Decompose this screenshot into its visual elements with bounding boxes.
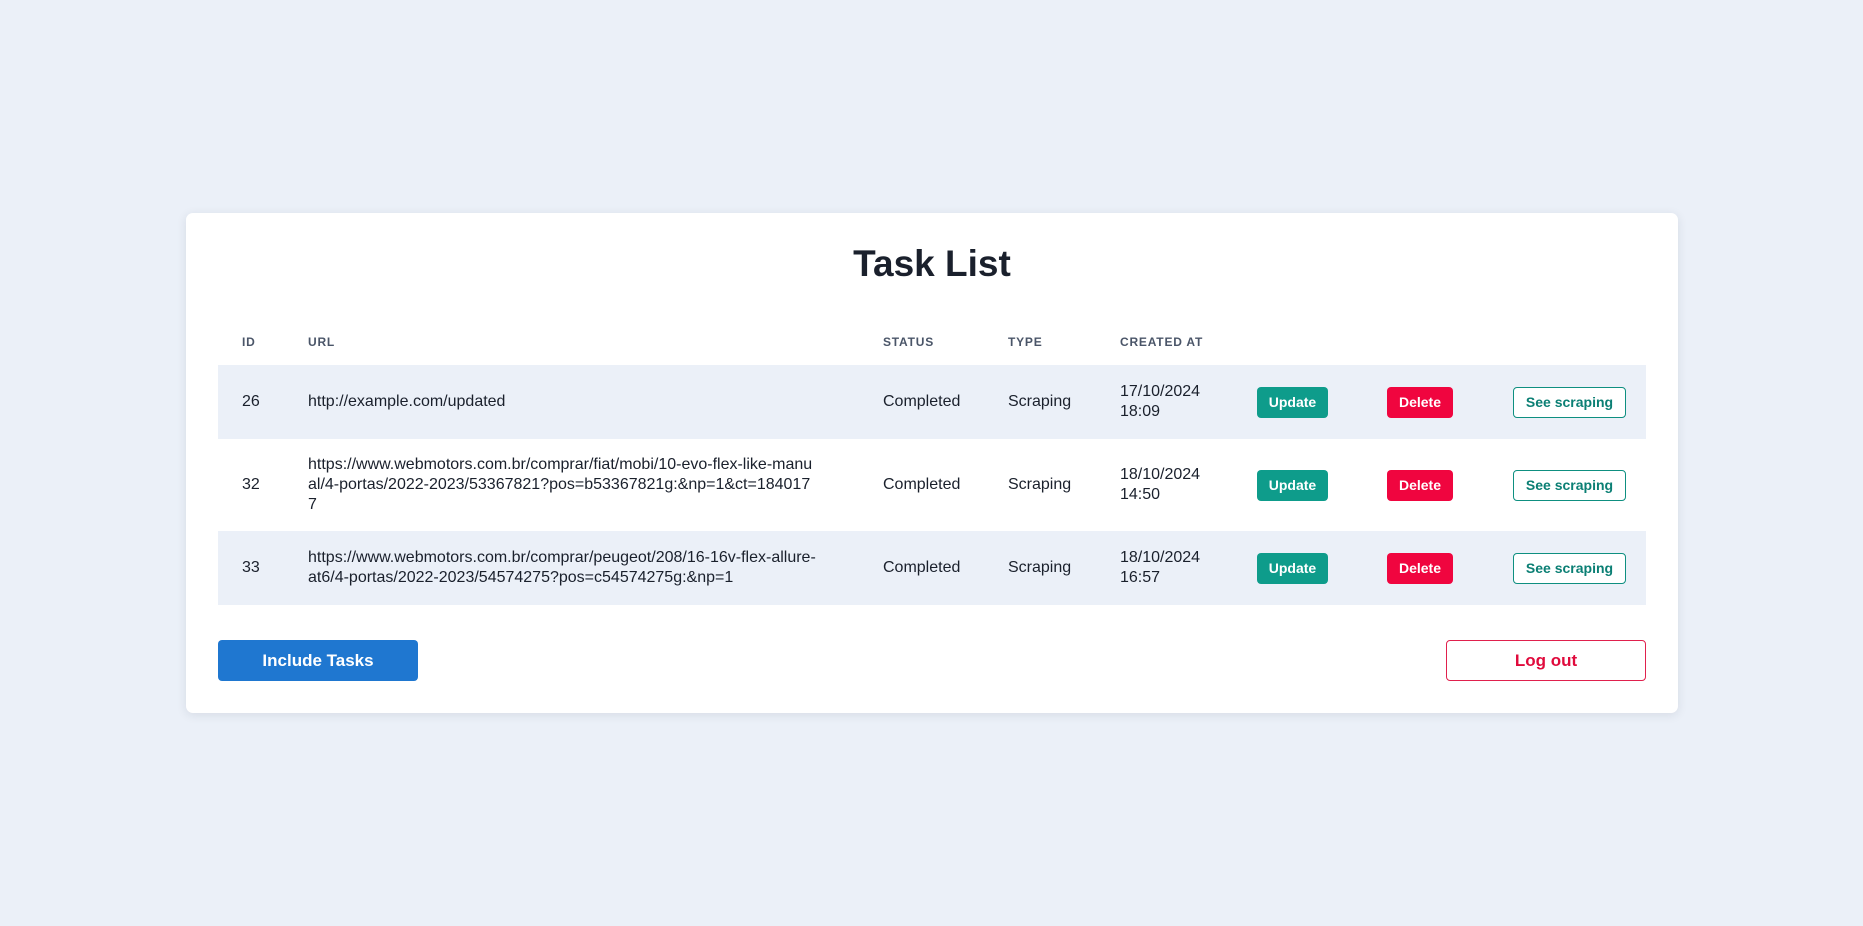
log-out-button[interactable]: Log out [1446,640,1646,681]
task-status: Completed [883,393,961,410]
task-status: Completed [883,476,961,493]
task-created-at: 18/10/2024 14:50 [1096,439,1233,531]
table-header-row: ID URL STATUS TYPE CREATED AT [218,319,1646,365]
see-scraping-button[interactable]: See scraping [1513,552,1626,584]
task-created-time: 18:09 [1120,403,1161,420]
see-scraping-cell: See scraping [1489,531,1646,605]
table-row: 26 http://example.com/updated Completed … [218,365,1646,439]
update-cell: Update [1233,439,1363,531]
task-type: Scraping [1008,393,1072,410]
see-scraping-cell: See scraping [1489,365,1646,439]
task-id: 33 [242,559,260,576]
task-list-card: Task List ID URL STATUS TYPE CREATED AT [186,213,1678,713]
column-header-url: URL [308,335,336,349]
table-row: 32 https://www.webmotors.com.br/comprar/… [218,439,1646,531]
task-type: Scraping [1008,559,1072,576]
see-scraping-button[interactable]: See scraping [1513,386,1626,418]
delete-button[interactable]: Delete [1387,469,1453,501]
task-id: 26 [242,393,260,410]
delete-cell: Delete [1363,439,1489,531]
include-tasks-button[interactable]: Include Tasks [218,640,418,681]
task-created-time: 14:50 [1120,486,1161,503]
column-header-created-at: CREATED AT [1120,335,1204,349]
delete-button[interactable]: Delete [1387,552,1453,584]
footer-actions: Include Tasks Log out [218,640,1646,681]
task-created-date: 17/10/2024 [1120,383,1201,400]
task-table: ID URL STATUS TYPE CREATED AT 26 http://… [218,319,1646,605]
update-button[interactable]: Update [1257,469,1328,501]
task-id: 32 [242,476,260,493]
delete-cell: Delete [1363,531,1489,605]
task-type: Scraping [1008,476,1072,493]
table-row: 33 https://www.webmotors.com.br/comprar/… [218,531,1646,605]
task-created-date: 18/10/2024 [1120,549,1201,566]
task-url: https://www.webmotors.com.br/comprar/fia… [308,456,813,513]
column-header-type: TYPE [1008,335,1043,349]
task-status: Completed [883,559,961,576]
delete-button[interactable]: Delete [1387,386,1453,418]
column-header-update [1233,319,1363,365]
delete-cell: Delete [1363,365,1489,439]
task-created-date: 18/10/2024 [1120,466,1201,483]
column-header-status: STATUS [883,335,935,349]
column-header-delete [1363,319,1489,365]
column-header-id: ID [242,335,256,349]
task-created-time: 16:57 [1120,569,1161,586]
update-button[interactable]: Update [1257,386,1328,418]
column-header-see-scraping [1489,319,1646,365]
task-created-at: 18/10/2024 16:57 [1096,531,1233,605]
update-button[interactable]: Update [1257,552,1328,584]
task-url: http://example.com/updated [308,393,506,410]
task-url: https://www.webmotors.com.br/comprar/peu… [308,549,816,586]
update-cell: Update [1233,531,1363,605]
see-scraping-button[interactable]: See scraping [1513,469,1626,501]
page-title: Task List [853,243,1011,284]
task-created-at: 17/10/2024 18:09 [1096,365,1233,439]
update-cell: Update [1233,365,1363,439]
see-scraping-cell: See scraping [1489,439,1646,531]
